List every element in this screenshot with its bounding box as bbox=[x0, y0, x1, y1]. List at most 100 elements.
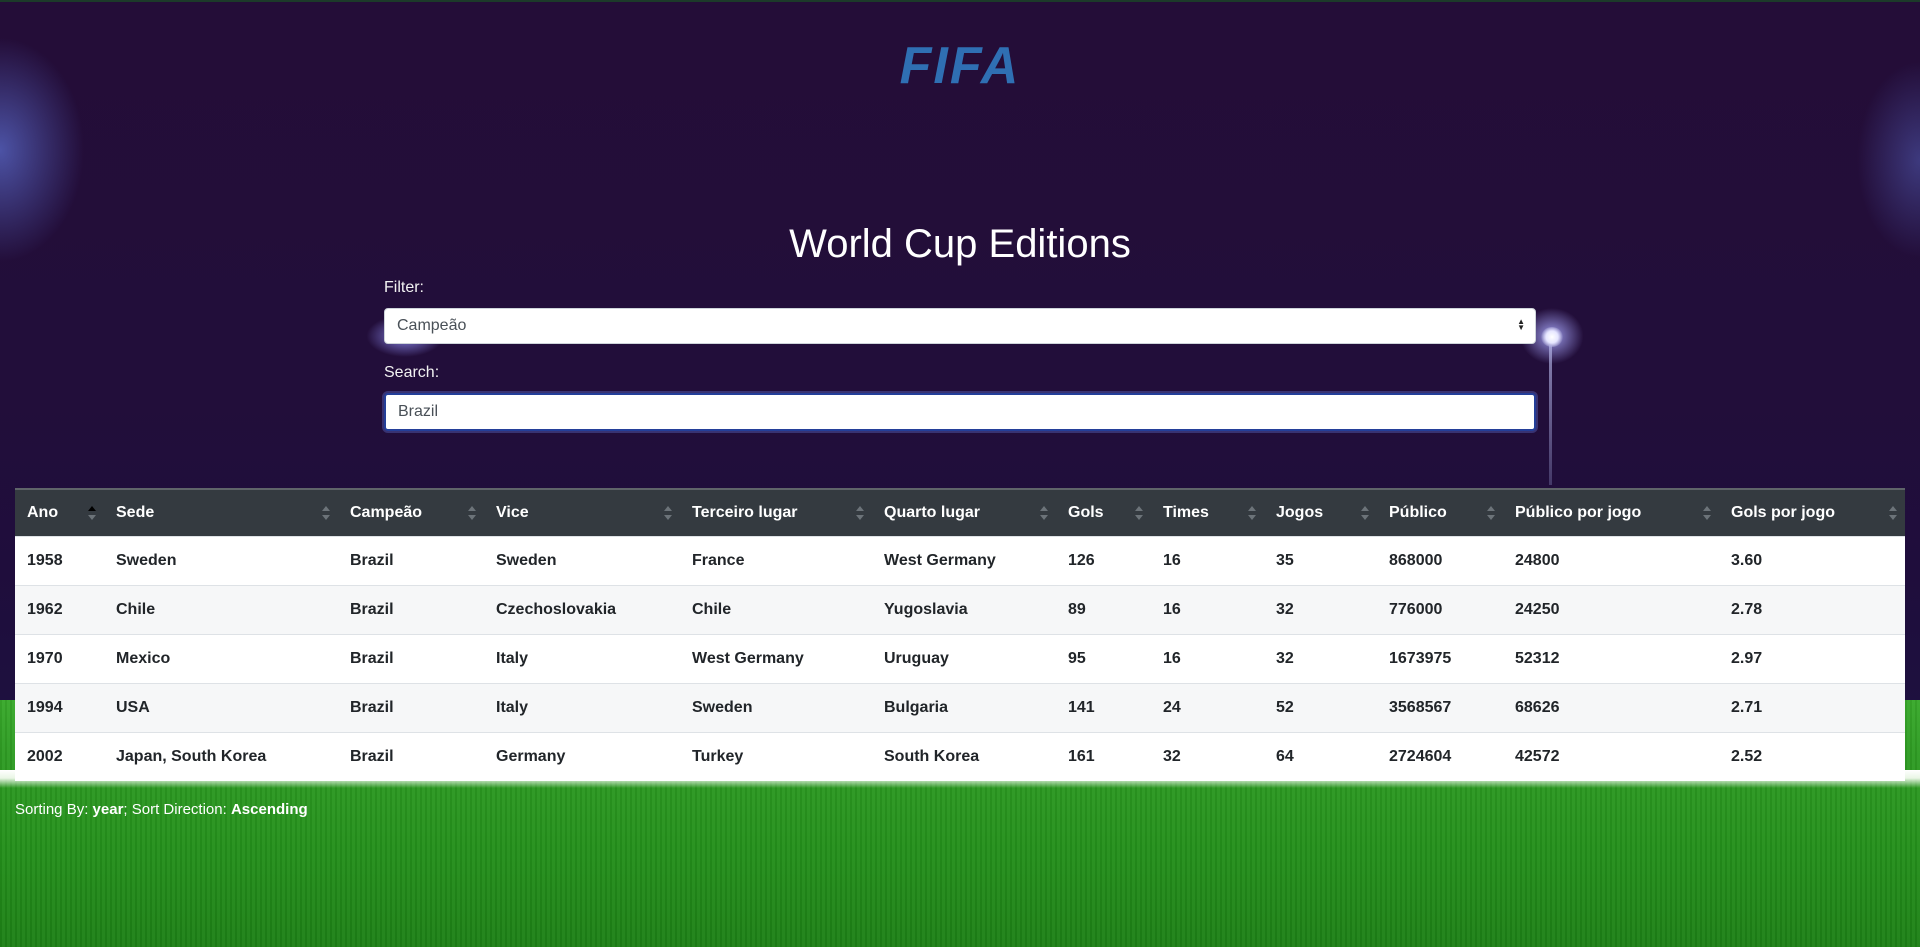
table-row: 1970 Mexico Brazil Italy West Germany Uruguay… bbox=[15, 633, 1905, 683]
table-cell: 24 bbox=[1151, 682, 1264, 732]
table-cell: 16 bbox=[1151, 584, 1264, 634]
column-header-label: Jogos bbox=[1276, 503, 1324, 521]
table-cell: Sweden bbox=[484, 535, 680, 585]
sort-status: Sorting By: year; Sort Direction: Ascend… bbox=[15, 800, 308, 820]
table-cell: Mexico bbox=[104, 633, 338, 683]
table-cell: 1958 bbox=[15, 535, 104, 585]
column-header[interactable]: Público por jogo bbox=[1503, 488, 1719, 536]
table-cell: Japan, South Korea bbox=[104, 731, 338, 781]
table-cell: 2724604 bbox=[1377, 731, 1503, 781]
sort-icon bbox=[1703, 505, 1711, 520]
table-cell: Italy bbox=[484, 682, 680, 732]
sort-by-label: Sorting By: bbox=[15, 801, 93, 818]
sort-icon bbox=[1040, 505, 1048, 520]
table-cell: 1994 bbox=[15, 682, 104, 732]
column-header[interactable]: Vice bbox=[484, 488, 680, 536]
table-cell: 32 bbox=[1264, 633, 1377, 683]
table-cell: 2.78 bbox=[1719, 584, 1905, 634]
table-row: 1958 Sweden Brazil Sweden France West Germany… bbox=[15, 535, 1905, 585]
search-label: Search: bbox=[384, 364, 440, 381]
select-arrows-icon: ▲ ▼ bbox=[1517, 317, 1525, 333]
table-cell: Czechoslovakia bbox=[484, 584, 680, 634]
table-cell: 64 bbox=[1264, 731, 1377, 781]
column-header-label: Quarto lugar bbox=[884, 503, 981, 521]
table-cell: Brazil bbox=[338, 682, 484, 732]
table-cell: France bbox=[680, 535, 872, 585]
table-cell: 161 bbox=[1056, 731, 1151, 781]
table-cell: Chile bbox=[680, 584, 872, 634]
sort-by-value: year bbox=[92, 801, 124, 818]
column-header-label: Público por jogo bbox=[1515, 503, 1642, 521]
table-cell: 52312 bbox=[1503, 633, 1719, 683]
table-cell: 868000 bbox=[1377, 535, 1503, 585]
column-header-label: Ano bbox=[27, 503, 59, 521]
table-header-row: Ano Sede Campeão Vice Terceiro lugar Quarto l… bbox=[15, 488, 1905, 536]
sort-icon bbox=[1487, 505, 1495, 520]
sort-direction-value: Ascending bbox=[230, 801, 308, 818]
fifa-logo: FIFA bbox=[899, 37, 1021, 95]
table-cell: South Korea bbox=[872, 731, 1056, 781]
column-header[interactable]: Terceiro lugar bbox=[680, 488, 872, 536]
table-cell: 2.71 bbox=[1719, 682, 1905, 732]
table-cell: 24800 bbox=[1503, 535, 1719, 585]
column-header[interactable]: Gols por jogo bbox=[1719, 488, 1905, 536]
column-header[interactable]: Jogos bbox=[1264, 488, 1377, 536]
sort-icon bbox=[468, 505, 476, 520]
table-cell: 776000 bbox=[1377, 584, 1503, 634]
sort-direction-label: ; Sort Direction: bbox=[123, 801, 231, 818]
editions-table: Ano Sede Campeão Vice Terceiro lugar Quarto l… bbox=[15, 488, 1905, 781]
column-header[interactable]: Público bbox=[1377, 488, 1503, 536]
search-input[interactable]: Brazil bbox=[384, 393, 1536, 431]
column-header[interactable]: Times bbox=[1151, 488, 1264, 536]
column-header[interactable]: Sede bbox=[104, 488, 338, 536]
table-cell: Uruguay bbox=[872, 633, 1056, 683]
table-cell: 3.60 bbox=[1719, 535, 1905, 585]
table-row: 2002 Japan, South Korea Brazil Germany Turke… bbox=[15, 731, 1905, 781]
sort-icon bbox=[1889, 505, 1897, 520]
sort-icon bbox=[1361, 505, 1369, 520]
page-content: FIFA World Cup Editions Filter: Campeão … bbox=[0, 0, 1920, 947]
sort-icon bbox=[322, 505, 330, 520]
column-header[interactable]: Campeão bbox=[338, 488, 484, 536]
column-header[interactable]: Ano bbox=[15, 488, 104, 536]
table-cell: Chile bbox=[104, 584, 338, 634]
table-cell: Yugoslavia bbox=[872, 584, 1056, 634]
table-cell: USA bbox=[104, 682, 338, 732]
table-cell: 1962 bbox=[15, 584, 104, 634]
table-cell: 68626 bbox=[1503, 682, 1719, 732]
table-cell: 3568567 bbox=[1377, 682, 1503, 732]
table-cell: 95 bbox=[1056, 633, 1151, 683]
column-header-label: Gols bbox=[1068, 503, 1104, 521]
table-cell: Sweden bbox=[104, 535, 338, 585]
sort-icon bbox=[1248, 505, 1256, 520]
table-cell: Italy bbox=[484, 633, 680, 683]
column-header[interactable]: Quarto lugar bbox=[872, 488, 1056, 536]
sort-icon bbox=[664, 505, 672, 520]
table-cell: Brazil bbox=[338, 633, 484, 683]
filter-form: Filter: Campeão ▲ ▼ Search: Brazil bbox=[384, 276, 1536, 431]
column-header[interactable]: Gols bbox=[1056, 488, 1151, 536]
column-header-label: Gols por jogo bbox=[1731, 503, 1835, 521]
table-cell: 89 bbox=[1056, 584, 1151, 634]
table-cell: Brazil bbox=[338, 584, 484, 634]
table-body: 1958 Sweden Brazil Sweden France West Germany… bbox=[15, 535, 1905, 781]
table-cell: 16 bbox=[1151, 633, 1264, 683]
table-cell: 42572 bbox=[1503, 731, 1719, 781]
column-header-label: Terceiro lugar bbox=[692, 503, 798, 521]
column-header-label: Campeão bbox=[350, 503, 423, 521]
column-header-label: Vice bbox=[496, 503, 529, 521]
table-cell: 2.52 bbox=[1719, 731, 1905, 781]
column-header-label: Times bbox=[1163, 503, 1209, 521]
table-cell: 16 bbox=[1151, 535, 1264, 585]
filter-select[interactable]: Campeão ▲ ▼ bbox=[384, 308, 1536, 344]
table-cell: 32 bbox=[1264, 584, 1377, 634]
filter-label: Filter: bbox=[384, 279, 424, 296]
page-title: World Cup Editions bbox=[789, 222, 1131, 266]
table-cell: 1673975 bbox=[1377, 633, 1503, 683]
table-cell: West Germany bbox=[872, 535, 1056, 585]
table-cell: 24250 bbox=[1503, 584, 1719, 634]
sort-icon bbox=[856, 505, 864, 520]
table-row: 1962 Chile Brazil Czechoslovakia Chile Yugosl… bbox=[15, 584, 1905, 634]
table-cell: 35 bbox=[1264, 535, 1377, 585]
table-cell: 2002 bbox=[15, 731, 104, 781]
